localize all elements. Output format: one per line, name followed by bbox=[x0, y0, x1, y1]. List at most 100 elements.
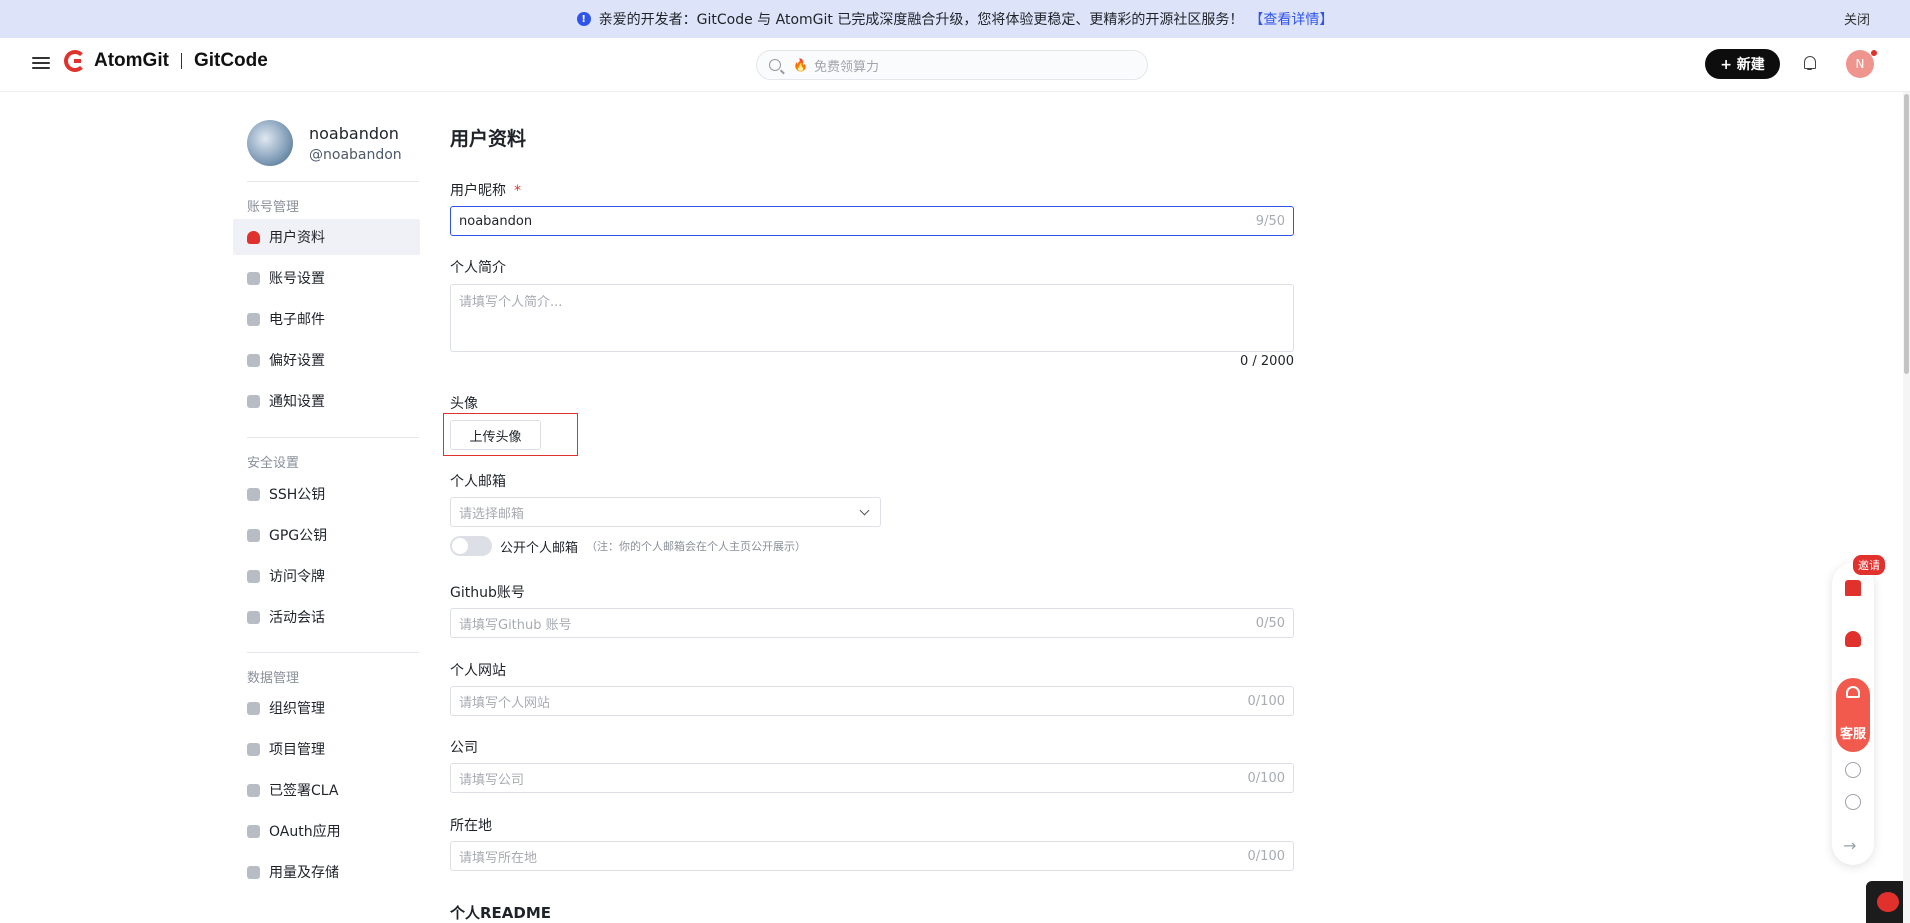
sidebar-item-active-sessions[interactable]: 活动会话 bbox=[233, 599, 420, 635]
location-input[interactable]: 请填写所在地 0/100 bbox=[450, 841, 1294, 871]
mail-icon bbox=[247, 312, 260, 326]
brand-gitcode: GitCode bbox=[193, 50, 268, 71]
upload-avatar-button[interactable]: 上传头像 bbox=[450, 420, 541, 450]
trophy-icon[interactable] bbox=[1845, 631, 1861, 647]
location-label: 所在地 bbox=[450, 818, 492, 834]
collapse-arrow-icon[interactable]: → bbox=[1843, 836, 1856, 855]
notification-dot bbox=[1871, 50, 1877, 56]
required-mark: * bbox=[514, 183, 521, 199]
sidebar-item-access-tokens[interactable]: 访问令牌 bbox=[233, 558, 420, 594]
shield-icon bbox=[247, 569, 260, 583]
github-placeholder: 请填写Github 账号 bbox=[459, 617, 572, 633]
group-title-security: 安全设置 bbox=[247, 456, 300, 471]
sidebar-item-usage-storage[interactable]: 用量及存储 bbox=[233, 854, 420, 890]
location-char-count: 0/100 bbox=[1247, 848, 1285, 864]
announcement-banner: ! 亲爱的开发者：GitCode 与 AtomGit 已完成深度融合升级，您将体… bbox=[0, 0, 1910, 38]
email-label: 个人邮箱 bbox=[450, 474, 506, 490]
search-input[interactable]: 🔥 免费领算力 bbox=[756, 50, 1148, 80]
chevron-down-icon bbox=[859, 505, 870, 515]
location-placeholder: 请填写所在地 bbox=[459, 850, 538, 866]
nickname-label: 用户昵称 * bbox=[450, 183, 521, 199]
key-icon bbox=[247, 487, 260, 501]
website-placeholder: 请填写个人网站 bbox=[459, 695, 551, 711]
document-icon bbox=[247, 783, 260, 797]
site-logo[interactable]: AtomGit GitCode bbox=[64, 50, 268, 72]
company-char-count: 0/100 bbox=[1247, 770, 1285, 786]
building-icon bbox=[247, 701, 260, 715]
user-avatar[interactable]: N bbox=[1846, 50, 1877, 78]
gift-icon[interactable] bbox=[1845, 580, 1861, 596]
search-placeholder: 免费领算力 bbox=[813, 59, 879, 75]
upload-icon[interactable] bbox=[1845, 762, 1861, 778]
public-email-label: 公开个人邮箱 bbox=[500, 540, 579, 556]
banner-close-button[interactable]: 关闭 bbox=[1844, 9, 1870, 28]
search-icon bbox=[769, 59, 781, 71]
sidebar-item-projects[interactable]: 项目管理 bbox=[233, 731, 420, 767]
bio-placeholder: 请填写个人简介... bbox=[459, 295, 563, 310]
menu-icon[interactable] bbox=[32, 54, 50, 72]
company-placeholder: 请填写公司 bbox=[459, 772, 525, 788]
user-icon bbox=[247, 230, 260, 244]
banner-message: 亲爱的开发者：GitCode 与 AtomGit 已完成深度融合升级，您将体验更… bbox=[598, 12, 1244, 28]
banner-details-link[interactable]: 【查看详情】 bbox=[1249, 9, 1333, 29]
scrollbar-thumb[interactable] bbox=[1904, 94, 1909, 374]
headset-icon bbox=[1846, 686, 1860, 698]
sidebar-item-signed-cla[interactable]: 已签署CLA bbox=[233, 772, 420, 808]
profile-avatar bbox=[247, 120, 293, 166]
public-email-toggle[interactable] bbox=[450, 536, 492, 556]
email-select[interactable]: 请选择邮箱 bbox=[450, 497, 881, 527]
public-email-note: （注：你的个人邮箱会在个人主页公开展示） bbox=[586, 540, 807, 553]
github-input[interactable]: 请填写Github 账号 0/50 bbox=[450, 608, 1294, 638]
fire-icon: 🔥 bbox=[793, 58, 808, 72]
sidebar-item-profile[interactable]: 用户资料 bbox=[233, 219, 420, 255]
nickname-input[interactable]: noabandon 9/50 bbox=[450, 206, 1294, 236]
bell-icon[interactable] bbox=[1803, 55, 1817, 71]
company-label: 公司 bbox=[450, 740, 478, 756]
avatar-initial: N bbox=[1855, 57, 1865, 71]
notification-settings-icon bbox=[247, 394, 260, 408]
page-title: 用户资料 bbox=[450, 128, 527, 150]
public-email-row: 公开个人邮箱 （注：你的个人邮箱会在个人主页公开展示） bbox=[450, 536, 806, 556]
nickname-char-count: 9/50 bbox=[1255, 213, 1285, 229]
sidebar-item-email[interactable]: 电子邮件 bbox=[233, 301, 420, 337]
new-button[interactable]: + 新建 bbox=[1705, 49, 1780, 79]
website-char-count: 0/100 bbox=[1247, 693, 1285, 709]
sidebar-item-preferences[interactable]: 偏好设置 bbox=[233, 342, 420, 378]
sidebar-item-oauth-apps[interactable]: OAuth应用 bbox=[233, 813, 420, 849]
sidebar-item-notifications[interactable]: 通知设置 bbox=[233, 383, 420, 419]
display-name: noabandon bbox=[309, 123, 399, 143]
customer-service-button[interactable]: 客服 bbox=[1836, 678, 1870, 752]
sliders-icon bbox=[247, 353, 260, 367]
nickname-value: noabandon bbox=[459, 213, 533, 229]
invite-badge[interactable]: 邀请 bbox=[1853, 555, 1885, 575]
sidebar-item-account-settings[interactable]: 账号设置 bbox=[233, 260, 420, 296]
email-placeholder: 请选择邮箱 bbox=[459, 506, 525, 522]
key-icon bbox=[247, 528, 260, 542]
sidebar-profile: noabandon @noabandon bbox=[247, 120, 402, 166]
top-header: AtomGit GitCode 🔥 免费领算力 + 新建 N bbox=[0, 38, 1910, 92]
broadcast-icon bbox=[247, 610, 260, 624]
bio-char-count: 0 / 2000 bbox=[1240, 354, 1294, 369]
sidebar-item-gpg-keys[interactable]: GPG公钥 bbox=[233, 517, 420, 553]
layers-icon bbox=[247, 742, 260, 756]
user-handle: @noabandon bbox=[309, 146, 402, 163]
chat-icon bbox=[1877, 892, 1899, 912]
company-input[interactable]: 请填写公司 0/100 bbox=[450, 763, 1294, 793]
gear-icon bbox=[247, 271, 260, 285]
customer-service-label: 客服 bbox=[1839, 727, 1866, 742]
bio-textarea[interactable]: 请填写个人简介... bbox=[450, 284, 1294, 352]
pie-chart-icon bbox=[247, 865, 260, 879]
bio-label: 个人简介 bbox=[450, 260, 506, 276]
smiley-icon[interactable] bbox=[1845, 794, 1861, 810]
group-title-data: 数据管理 bbox=[247, 671, 300, 686]
github-char-count: 0/50 bbox=[1255, 615, 1285, 631]
brand-atomgit: AtomGit bbox=[94, 50, 169, 71]
info-icon: ! bbox=[576, 12, 591, 26]
atomgit-logo-icon bbox=[64, 50, 86, 72]
avatar-label: 头像 bbox=[450, 396, 478, 412]
page-scrollbar[interactable] bbox=[1903, 92, 1910, 923]
sidebar-item-ssh-keys[interactable]: SSH公钥 bbox=[233, 476, 420, 512]
sidebar-item-organizations[interactable]: 组织管理 bbox=[233, 690, 420, 726]
website-input[interactable]: 请填写个人网站 0/100 bbox=[450, 686, 1294, 716]
github-label: Github账号 bbox=[450, 585, 525, 601]
